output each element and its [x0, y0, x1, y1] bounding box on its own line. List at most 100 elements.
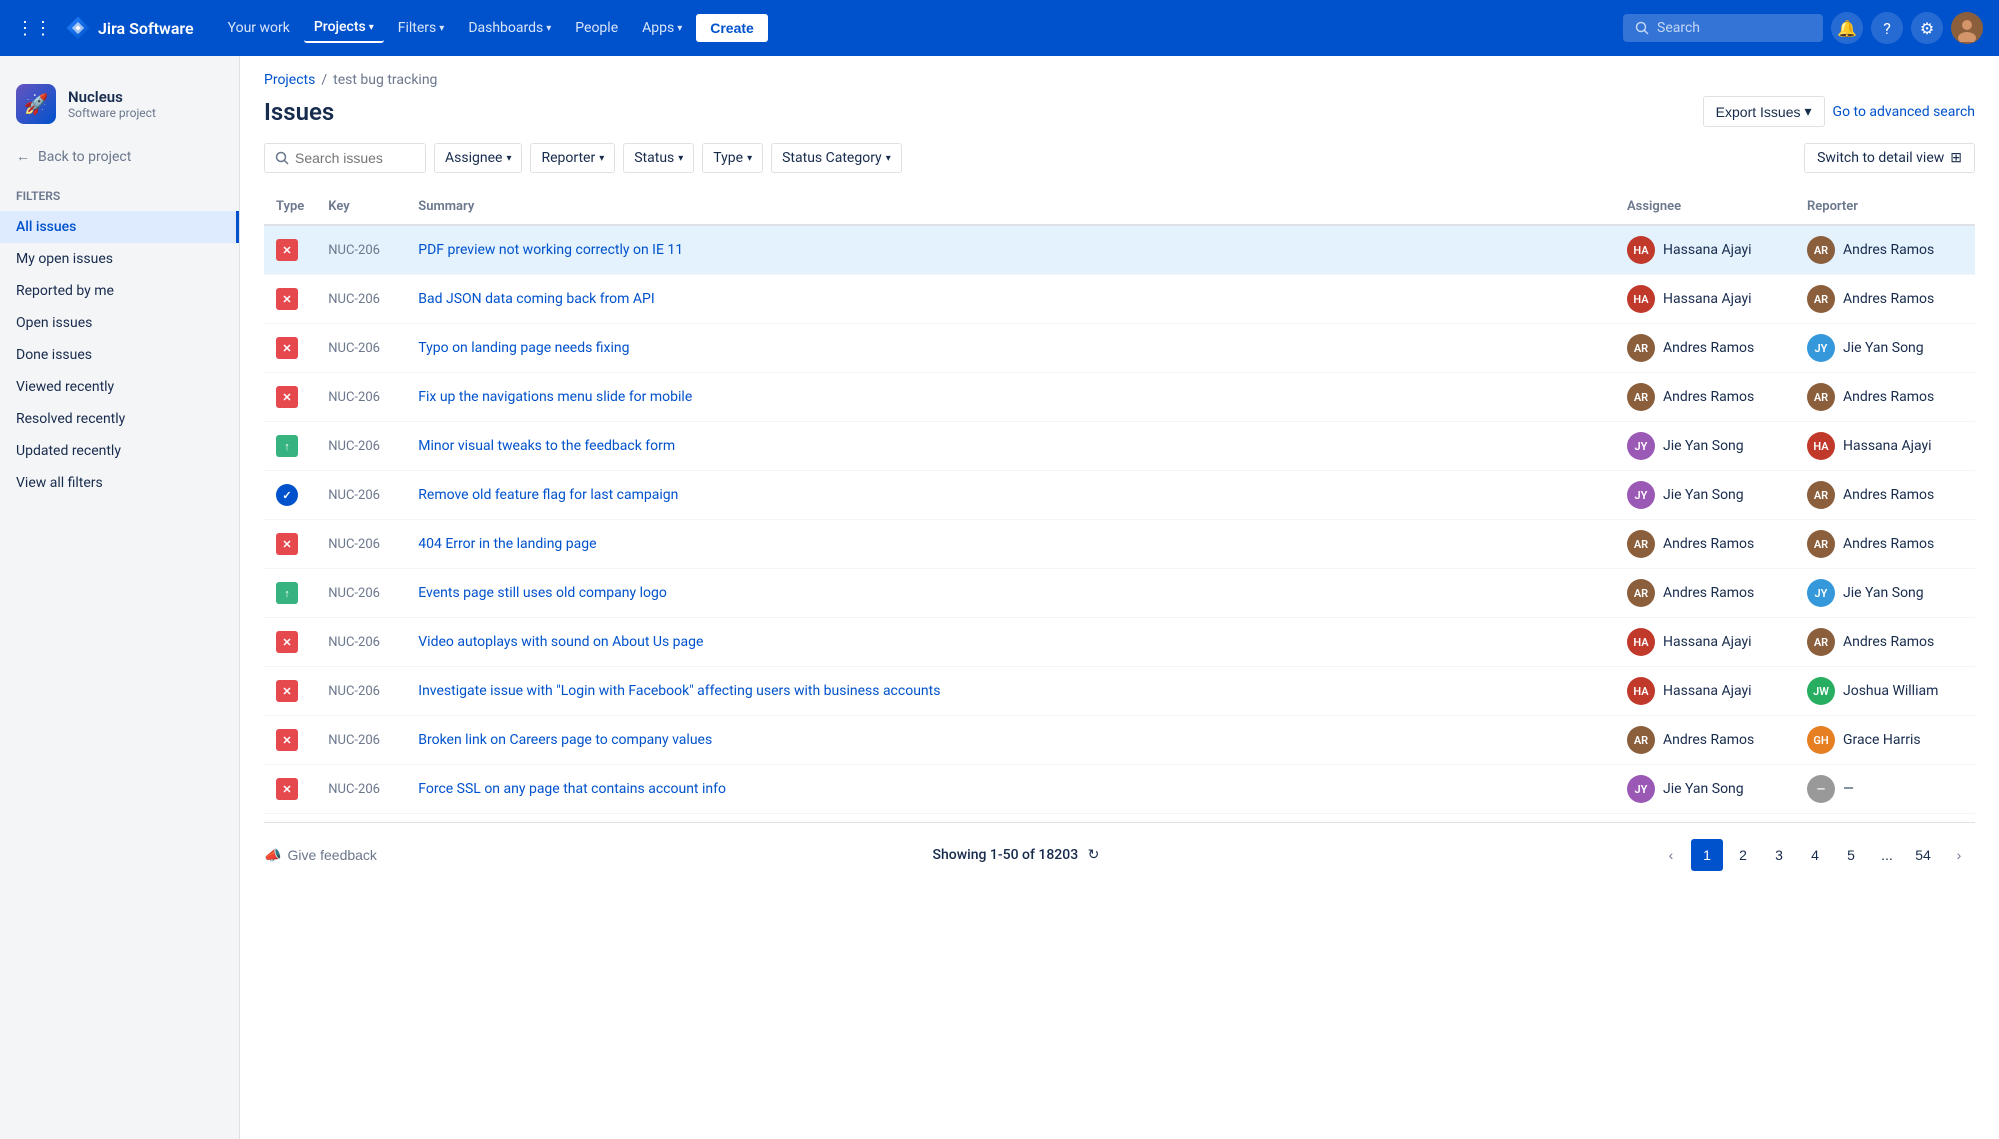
table-row[interactable]: ✕ NUC-206 PDF preview not working correc…	[264, 225, 1975, 275]
page-1-button[interactable]: 1	[1691, 839, 1723, 871]
reporter-avatar: AR	[1807, 383, 1835, 411]
breadcrumb: Projects / test bug tracking	[264, 72, 1975, 88]
sidebar-item-view-all-filters[interactable]: View all filters	[0, 467, 239, 499]
page-3-button[interactable]: 3	[1763, 839, 1795, 871]
sidebar-item-resolved-recently[interactable]: Resolved recently	[0, 403, 239, 435]
type-chevron-icon: ▾	[747, 153, 752, 164]
assignee-name: Hassana Ajayi	[1663, 683, 1752, 699]
sidebar-item-open-issues[interactable]: Open issues	[0, 307, 239, 339]
cell-summary[interactable]: Force SSL on any page that contains acco…	[406, 765, 1615, 814]
cell-summary[interactable]: Investigate issue with "Login with Faceb…	[406, 667, 1615, 716]
sidebar-item-all-issues[interactable]: All issues	[0, 211, 239, 243]
sidebar-item-my-open-issues[interactable]: My open issues	[0, 243, 239, 275]
switch-detail-view-button[interactable]: Switch to detail view ⊞	[1804, 143, 1975, 173]
cell-key: NUC-206	[316, 667, 406, 716]
logo[interactable]: Jira Software	[64, 14, 194, 42]
assignee-name: Jie Yan Song	[1663, 781, 1744, 797]
grid-icon[interactable]: ⋮⋮	[16, 18, 52, 39]
cell-summary[interactable]: Typo on landing page needs fixing	[406, 324, 1615, 373]
cell-reporter: AR Andres Ramos	[1795, 275, 1975, 324]
table-row[interactable]: ↑ NUC-206 Minor visual tweaks to the fee…	[264, 422, 1975, 471]
sidebar-item-done-issues[interactable]: Done issues	[0, 339, 239, 371]
cell-summary[interactable]: Broken link on Careers page to company v…	[406, 716, 1615, 765]
avatar[interactable]	[1951, 12, 1983, 44]
table-row[interactable]: ✓ NUC-206 Remove old feature flag for la…	[264, 471, 1975, 520]
status-filter[interactable]: Status ▾	[623, 143, 694, 173]
table-row[interactable]: ✕ NUC-206 Bad JSON data coming back from…	[264, 275, 1975, 324]
export-issues-button[interactable]: Export Issues ▾	[1703, 96, 1825, 127]
cell-summary[interactable]: Events page still uses old company logo	[406, 569, 1615, 618]
refresh-icon[interactable]: ↻	[1088, 847, 1100, 863]
feedback-button[interactable]: 📣 Give feedback	[264, 847, 377, 864]
cell-summary[interactable]: 404 Error in the landing page	[406, 520, 1615, 569]
cell-reporter: JY Jie Yan Song	[1795, 324, 1975, 373]
table-row[interactable]: ↑ NUC-206 Events page still uses old com…	[264, 569, 1975, 618]
table-header: Type Key Summary Assignee Reporter	[264, 189, 1975, 225]
cell-assignee: AR Andres Ramos	[1615, 324, 1795, 373]
search-issues-input[interactable]	[295, 150, 415, 166]
bug-type-icon: ✕	[276, 288, 298, 310]
table-row[interactable]: ✕ NUC-206 Broken link on Careers page to…	[264, 716, 1975, 765]
cell-summary[interactable]: Remove old feature flag for last campaig…	[406, 471, 1615, 520]
search-issues-filter[interactable]	[264, 143, 426, 173]
page-actions: Export Issues ▾ Go to advanced search	[1703, 96, 1975, 127]
table-row[interactable]: ✕ NUC-206 404 Error in the landing page …	[264, 520, 1975, 569]
breadcrumb-projects[interactable]: Projects	[264, 72, 315, 88]
nav-filters[interactable]: Filters ▾	[388, 14, 455, 42]
notifications-icon[interactable]: 🔔	[1831, 12, 1863, 44]
cell-reporter: AR Andres Ramos	[1795, 225, 1975, 275]
assignee-name: Hassana Ajayi	[1663, 634, 1752, 650]
cell-summary[interactable]: Minor visual tweaks to the feedback form	[406, 422, 1615, 471]
cell-type: ↑	[264, 422, 316, 471]
reporter-chevron-icon: ▾	[599, 153, 604, 164]
nav-dashboards[interactable]: Dashboards ▾	[458, 14, 561, 42]
table-row[interactable]: ✕ NUC-206 Investigate issue with "Login …	[264, 667, 1975, 716]
page-4-button[interactable]: 4	[1799, 839, 1831, 871]
reporter-name: Andres Ramos	[1843, 536, 1934, 552]
reporter-name: Joshua William	[1843, 683, 1938, 699]
cell-summary[interactable]: Fix up the navigations menu slide for mo…	[406, 373, 1615, 422]
page-5-button[interactable]: 5	[1835, 839, 1867, 871]
type-filter[interactable]: Type ▾	[702, 143, 763, 173]
assignee-name: Andres Ramos	[1663, 389, 1754, 405]
create-button[interactable]: Create	[696, 14, 768, 42]
cell-summary[interactable]: PDF preview not working correctly on IE …	[406, 225, 1615, 275]
assignee-avatar: AR	[1627, 530, 1655, 558]
table-row[interactable]: ✕ NUC-206 Typo on landing page needs fix…	[264, 324, 1975, 373]
sidebar-item-reported-by-me[interactable]: Reported by me	[0, 275, 239, 307]
page-last-button[interactable]: 54	[1907, 839, 1939, 871]
reporter-filter[interactable]: Reporter ▾	[530, 143, 615, 173]
nav-apps[interactable]: Apps ▾	[632, 14, 692, 42]
page-2-button[interactable]: 2	[1727, 839, 1759, 871]
sidebar-item-updated-recently[interactable]: Updated recently	[0, 435, 239, 467]
cell-assignee: HA Hassana Ajayi	[1615, 225, 1795, 275]
nav-people[interactable]: People	[565, 14, 628, 42]
bug-type-icon: ✕	[276, 680, 298, 702]
cell-summary[interactable]: Bad JSON data coming back from API	[406, 275, 1615, 324]
table-row[interactable]: ✕ NUC-206 Force SSL on any page that con…	[264, 765, 1975, 814]
cell-summary[interactable]: Video autoplays with sound on About Us p…	[406, 618, 1615, 667]
next-page-button[interactable]: ›	[1943, 839, 1975, 871]
reporter-name: Grace Harris	[1843, 732, 1921, 748]
cell-type: ✕	[264, 373, 316, 422]
help-icon[interactable]: ?	[1871, 12, 1903, 44]
nav-your-work[interactable]: Your work	[218, 14, 300, 42]
table-row[interactable]: ✕ NUC-206 Video autoplays with sound on …	[264, 618, 1975, 667]
project-icon: 🚀	[16, 84, 56, 124]
search-icon	[1635, 21, 1649, 35]
assignee-name: Andres Ramos	[1663, 536, 1754, 552]
settings-icon[interactable]: ⚙	[1911, 12, 1943, 44]
breadcrumb-current: test bug tracking	[333, 72, 437, 88]
table-row[interactable]: ✕ NUC-206 Fix up the navigations menu sl…	[264, 373, 1975, 422]
advanced-search-link[interactable]: Go to advanced search	[1833, 104, 1975, 120]
reporter-name: Andres Ramos	[1843, 291, 1934, 307]
prev-page-button[interactable]: ‹	[1655, 839, 1687, 871]
nav-projects[interactable]: Projects ▾	[304, 13, 384, 43]
projects-chevron-icon: ▾	[369, 22, 374, 33]
back-to-project[interactable]: ← Back to project	[0, 140, 239, 173]
breadcrumb-sep: /	[321, 72, 327, 88]
global-search[interactable]: Search	[1623, 14, 1823, 42]
status-category-filter[interactable]: Status Category ▾	[771, 143, 902, 173]
sidebar-item-viewed-recently[interactable]: Viewed recently	[0, 371, 239, 403]
assignee-filter[interactable]: Assignee ▾	[434, 143, 522, 173]
